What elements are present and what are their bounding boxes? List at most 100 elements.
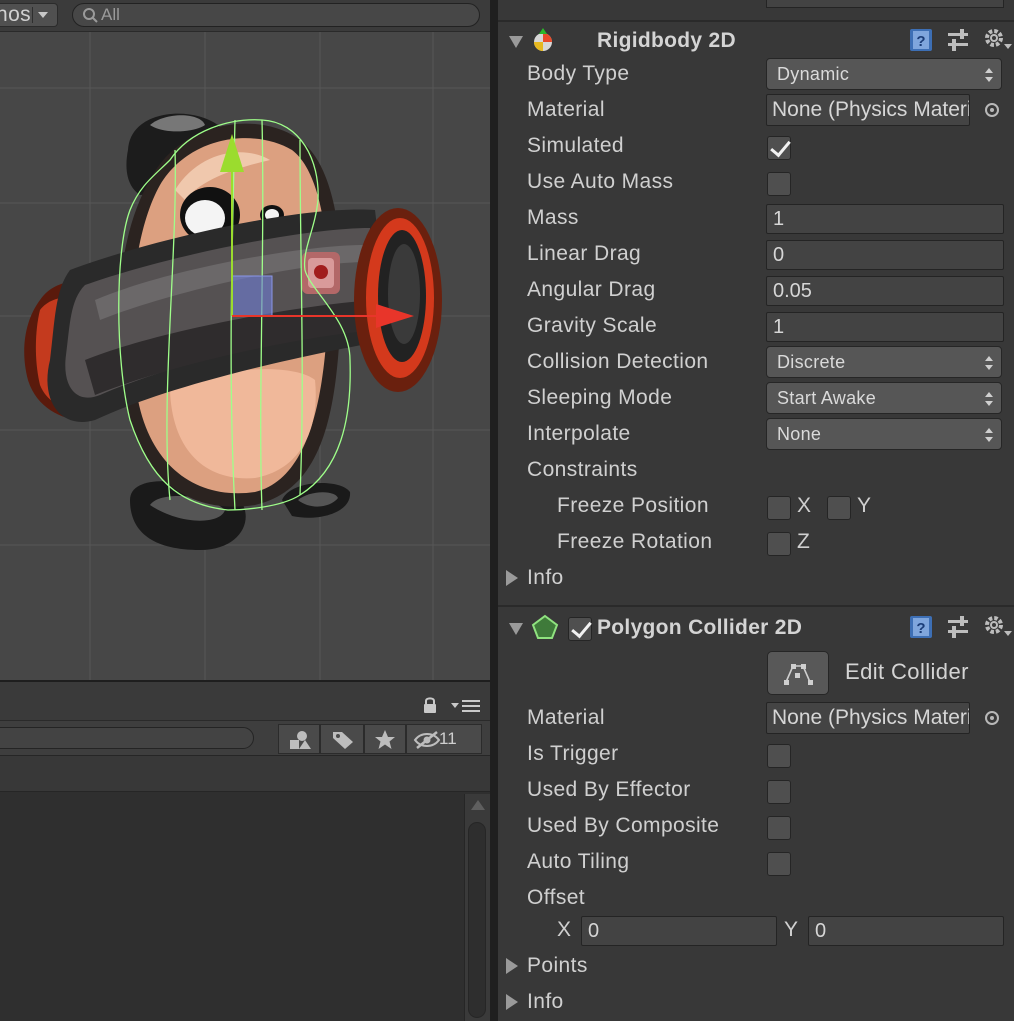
edit-collider-button[interactable]: [767, 651, 829, 695]
gear-icon[interactable]: [982, 613, 1012, 639]
shapes-icon: [290, 731, 311, 749]
is-trigger-label: Is Trigger: [527, 742, 619, 765]
edit-collider-label: Edit Collider: [845, 659, 969, 684]
hidden-packages-button[interactable]: 11: [406, 724, 482, 754]
gravity-scale-field[interactable]: 1: [766, 312, 1004, 342]
used-by-effector-checkbox[interactable]: [767, 780, 791, 804]
sleeping-mode-value: Start Awake: [777, 388, 877, 408]
scroll-up-icon[interactable]: [471, 800, 485, 810]
collider-info-foldout[interactable]: [506, 994, 518, 1010]
use-auto-mass-label: Use Auto Mass: [527, 170, 674, 193]
points-foldout[interactable]: [506, 958, 518, 974]
angular-drag-label: Angular Drag: [527, 278, 656, 301]
polygon-collider-icon: [531, 614, 559, 639]
search-filter-text: All: [101, 5, 120, 24]
auto-tiling-label: Auto Tiling: [527, 850, 630, 873]
filter-by-type-button[interactable]: [278, 724, 320, 754]
gizmos-label: nos: [0, 3, 32, 26]
auto-tiling-checkbox[interactable]: [767, 852, 791, 876]
sleeping-mode-label: Sleeping Mode: [527, 386, 673, 409]
star-icon: [375, 730, 395, 749]
sleeping-mode-dropdown[interactable]: Start Awake: [766, 382, 1002, 414]
preset-sliders-icon[interactable]: [946, 28, 970, 52]
interpolate-value: None: [777, 424, 822, 444]
freeze-position-y-label: Y: [857, 494, 872, 517]
used-by-composite-checkbox[interactable]: [767, 816, 791, 840]
favorites-button[interactable]: [364, 724, 406, 754]
preset-sliders-icon[interactable]: [946, 615, 970, 639]
linear-drag-field[interactable]: 0: [766, 240, 1004, 270]
collider-material-label: Material: [527, 706, 605, 729]
info-foldout[interactable]: [506, 570, 518, 586]
search-icon: [83, 8, 98, 23]
gear-icon[interactable]: [982, 26, 1012, 52]
help-book-icon[interactable]: ?: [908, 614, 934, 640]
collider-title: Polygon Collider 2D: [597, 616, 803, 639]
dropdown-arrows-icon: [985, 68, 993, 82]
svg-text:?: ?: [916, 620, 925, 637]
use-auto-mass-checkbox[interactable]: [767, 172, 791, 196]
filter-by-label-button[interactable]: [320, 724, 364, 754]
panel-menu-icon[interactable]: [449, 699, 481, 713]
offset-x-label: X: [557, 918, 572, 941]
collider-material-object-field[interactable]: None (Physics Material 2D): [766, 702, 970, 734]
mass-field[interactable]: 1: [766, 204, 1004, 234]
material-object-field[interactable]: None (Physics Material 2D): [766, 94, 970, 126]
project-content-area[interactable]: [0, 792, 490, 1021]
object-picker-icon[interactable]: [985, 103, 999, 117]
scene-view[interactable]: nos All: [0, 0, 490, 680]
rigidbody-icon: [534, 28, 552, 51]
tag-icon: [333, 732, 353, 749]
dropdown-arrows-icon: [985, 356, 993, 370]
freeze-position-y-checkbox[interactable]: [827, 496, 851, 520]
offset-x-field[interactable]: 0: [581, 916, 777, 946]
scene-canvas[interactable]: [0, 32, 490, 680]
used-by-effector-label: Used By Effector: [527, 778, 691, 801]
material-value: None (Physics Material 2D): [772, 98, 969, 121]
previous-field: [766, 0, 1004, 8]
is-trigger-checkbox[interactable]: [767, 744, 791, 768]
chevron-down-icon[interactable]: [38, 12, 48, 18]
gizmos-separator: [32, 7, 33, 23]
vertical-scrollbar[interactable]: [464, 794, 490, 1021]
constraints-label[interactable]: Constraints: [527, 458, 638, 482]
project-breadcrumb-bar: [0, 756, 490, 792]
simulated-label: Simulated: [527, 134, 624, 157]
points-label[interactable]: Points: [527, 954, 588, 978]
material-label: Material: [527, 98, 605, 121]
object-picker-icon[interactable]: [985, 711, 999, 725]
scroll-thumb[interactable]: [468, 822, 486, 1018]
info-label[interactable]: Info: [527, 566, 564, 590]
collider-info-label[interactable]: Info: [527, 990, 564, 1014]
project-panel: 11: [0, 680, 490, 1021]
component-separator: [498, 605, 1014, 607]
collider-enabled-checkbox[interactable]: [568, 617, 592, 641]
offset-y-label: Y: [784, 918, 799, 941]
collision-detection-label: Collision Detection: [527, 350, 709, 373]
eye-hidden-icon: [413, 731, 441, 749]
simulated-checkbox[interactable]: [767, 136, 791, 160]
rigidbody-foldout[interactable]: [509, 36, 523, 48]
lock-icon[interactable]: [422, 696, 438, 714]
panel-splitter[interactable]: [490, 0, 498, 1021]
collider-foldout[interactable]: [509, 623, 523, 635]
help-book-icon[interactable]: ?: [908, 27, 934, 53]
angular-drag-field[interactable]: 0.05: [766, 276, 1004, 306]
gizmos-dropdown[interactable]: nos: [0, 3, 58, 27]
mass-label: Mass: [527, 206, 579, 229]
used-by-composite-label: Used By Composite: [527, 814, 720, 837]
freeze-position-x-checkbox[interactable]: [767, 496, 791, 520]
freeze-rotation-z-checkbox[interactable]: [767, 532, 791, 556]
body-type-label: Body Type: [527, 62, 630, 85]
collision-detection-dropdown[interactable]: Discrete: [766, 346, 1002, 378]
component-separator: [498, 20, 1014, 22]
body-type-dropdown[interactable]: Dynamic: [766, 58, 1002, 90]
interpolate-dropdown[interactable]: None: [766, 418, 1002, 450]
freeze-rotation-label: Freeze Rotation: [557, 530, 713, 553]
scene-search-input[interactable]: All: [72, 3, 480, 27]
interpolate-label: Interpolate: [527, 422, 631, 445]
project-search-input[interactable]: [0, 727, 254, 749]
offset-y-field[interactable]: 0: [808, 916, 1004, 946]
freeze-position-x-label: X: [797, 494, 812, 517]
offset-label: Offset: [527, 886, 586, 909]
